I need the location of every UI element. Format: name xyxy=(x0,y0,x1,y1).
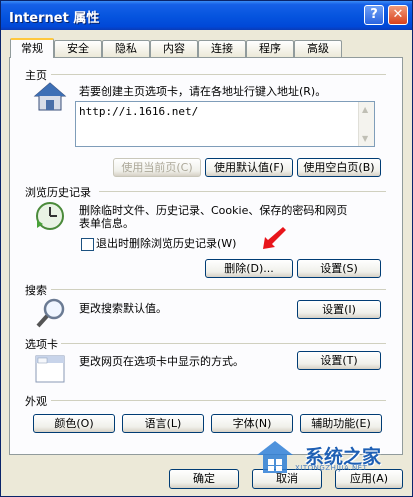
homepage-description: 若要创建主页选项卡，请在各地址行键入地址(R)。 xyxy=(79,85,327,98)
tab-content[interactable]: 内容 xyxy=(150,40,198,57)
delete-history-button[interactable]: 删除(D)... xyxy=(205,259,293,278)
url-scrollbar[interactable]: ▲ ▼ xyxy=(358,102,374,146)
title-bar[interactable]: Internet 属性 ? ✕ xyxy=(1,1,412,30)
homepage-url-value: http://i.1616.net/ xyxy=(79,105,199,118)
site-watermark: 系统之家 XITONGZHIJIA.NET xyxy=(251,433,411,493)
scroll-up-icon: ▲ xyxy=(362,105,369,114)
homepage-url-input[interactable]: http://i.1616.net/ ▲ ▼ xyxy=(75,101,375,147)
use-current-button[interactable]: 使用当前页(C) xyxy=(113,158,201,177)
tabs-settings-button[interactable]: 设置(T) xyxy=(297,351,381,370)
search-description: 更改搜索默认值。 xyxy=(79,302,167,315)
tab-connections[interactable]: 连接 xyxy=(198,40,246,57)
close-button[interactable]: ✕ xyxy=(388,5,408,25)
tab-programs[interactable]: 程序 xyxy=(246,40,294,57)
search-section-label: 搜索 xyxy=(25,284,47,297)
window-title: Internet 属性 xyxy=(9,11,100,26)
tab-advanced[interactable]: 高级 xyxy=(294,40,342,57)
use-default-button[interactable]: 使用默认值(F) xyxy=(205,158,293,177)
tabs-description: 更改网页在选项卡中显示的方式。 xyxy=(79,355,244,368)
scroll-down-icon: ▼ xyxy=(362,134,369,143)
use-blank-button[interactable]: 使用空白页(B) xyxy=(297,158,381,177)
history-description-line2: 表单信息。 xyxy=(79,217,134,230)
section-divider xyxy=(61,343,386,344)
help-button[interactable]: ? xyxy=(364,5,384,25)
delete-on-exit-label[interactable]: 退出时删除浏览历史记录(W) xyxy=(96,237,236,251)
delete-on-exit-checkbox[interactable] xyxy=(81,238,94,251)
colors-button[interactable]: 颜色(O) xyxy=(33,414,115,433)
watermark-subtext: XITONGZHIJIA.NET xyxy=(295,464,368,472)
internet-properties-dialog: Internet 属性 ? ✕ 常规 安全 隐私 内容 连接 程序 高级 主页 … xyxy=(0,0,413,497)
appearance-section-label: 外观 xyxy=(25,395,47,408)
tab-security[interactable]: 安全 xyxy=(54,40,102,57)
accessibility-button[interactable]: 辅助功能(E) xyxy=(300,414,382,433)
tab-general[interactable]: 常规 xyxy=(10,38,54,58)
history-description-line1: 删除临时文件、历史记录、Cookie、保存的密码和网页 xyxy=(79,204,348,217)
red-arrow-annotation xyxy=(263,227,286,249)
history-section-label: 浏览历史记录 xyxy=(25,186,91,199)
tabs-window-icon xyxy=(35,355,65,383)
home-icon xyxy=(33,82,67,111)
tab-privacy[interactable]: 隐私 xyxy=(102,40,150,57)
tabs-section-label: 选项卡 xyxy=(25,338,58,351)
watermark-logo-icon xyxy=(257,441,293,473)
fonts-button[interactable]: 字体(N) xyxy=(211,414,293,433)
languages-button[interactable]: 语言(L) xyxy=(122,414,204,433)
section-divider xyxy=(99,191,386,192)
section-divider xyxy=(51,289,386,290)
history-clock-icon xyxy=(36,202,64,230)
section-divider xyxy=(51,400,386,401)
ok-button[interactable]: 确定 xyxy=(169,469,239,489)
section-divider xyxy=(51,74,386,75)
search-settings-button[interactable]: 设置(I) xyxy=(297,300,381,319)
magnifier-icon xyxy=(36,298,65,328)
history-settings-button[interactable]: 设置(S) xyxy=(297,259,381,278)
